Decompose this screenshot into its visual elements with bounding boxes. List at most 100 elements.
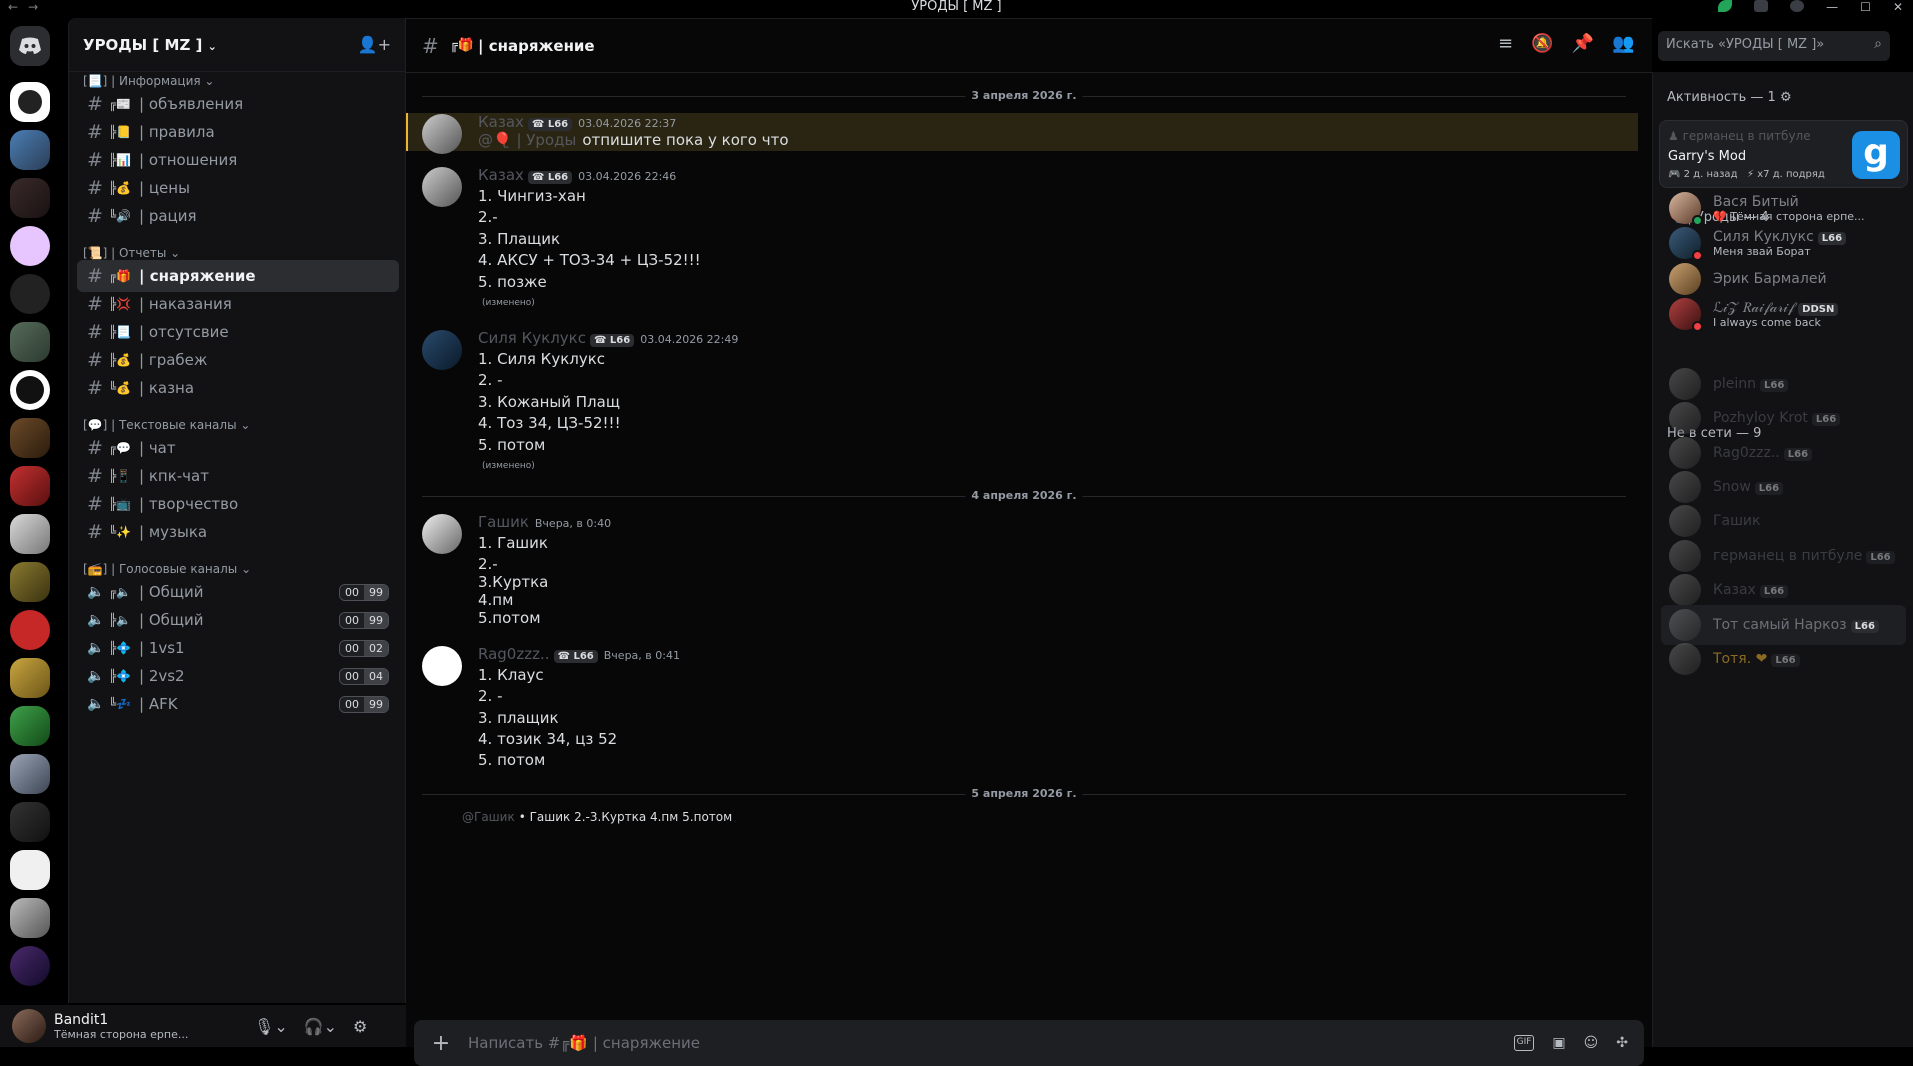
avatar[interactable]	[422, 114, 462, 154]
mute-bell-icon[interactable]: 🔕	[1531, 33, 1553, 54]
member-item-offline[interactable]: Pozhyloy Krot L66	[1661, 398, 1906, 438]
hash-icon: #	[87, 93, 103, 115]
close-icon[interactable]: ✕	[1893, 0, 1903, 14]
server-icon[interactable]	[10, 658, 50, 698]
message-line: 2. -	[478, 371, 503, 389]
member-item[interactable]: Силя Куклукс L66 Меня звай Борат	[1661, 223, 1906, 263]
help-icon[interactable]	[1790, 0, 1805, 12]
member-item-offline[interactable]: Казах L66	[1661, 570, 1906, 610]
voice-user-count: 00	[340, 585, 364, 600]
timestamp: 03.04.2026 22:49	[640, 333, 739, 346]
avatar[interactable]	[422, 514, 462, 554]
category-label: [📃] | Информация	[83, 74, 201, 88]
avatar[interactable]	[422, 330, 462, 370]
gif-icon[interactable]: GIF	[1513, 1035, 1535, 1051]
channel-emoji: ╠📱	[109, 469, 132, 483]
clan-tag: DDSN	[1798, 302, 1839, 316]
pin-icon[interactable]: 📌	[1572, 33, 1594, 54]
avatar[interactable]	[422, 167, 462, 207]
server-icon[interactable]	[10, 850, 50, 890]
server-icon[interactable]	[10, 802, 50, 842]
server-icon[interactable]	[10, 754, 50, 794]
channel-item[interactable]: # ╚✨ | музыка	[77, 516, 399, 548]
voice-user-count: 00	[340, 613, 364, 628]
gear-icon[interactable]: ⚙	[1780, 90, 1792, 105]
apps-icon[interactable]: ✣	[1616, 1035, 1628, 1051]
guild-header[interactable]: УРОДЫ [ MZ ] ⌄ 👤+	[69, 18, 405, 72]
channel-category[interactable]: [📻] | Голосовые каналы ⌄	[83, 562, 251, 576]
server-icon[interactable]	[10, 514, 50, 554]
server-icon-lightning[interactable]	[10, 226, 50, 266]
minimize-icon[interactable]: —	[1826, 0, 1838, 14]
edited-label: (изменено)	[482, 461, 535, 471]
message-author[interactable]: Казах	[478, 113, 524, 131]
server-icon[interactable]	[10, 466, 50, 506]
member-name: Эрик Бармалей	[1713, 271, 1827, 287]
chevron-down-icon: ⌄	[236, 418, 251, 432]
avatar[interactable]	[12, 1009, 46, 1043]
microphone-icon[interactable]: 🎙⌄	[254, 1017, 288, 1036]
headphones-icon[interactable]: 🎧⌄	[304, 1017, 337, 1036]
maximize-icon[interactable]: ☐	[1860, 0, 1871, 14]
add-member-icon[interactable]: 👤+	[358, 35, 391, 54]
server-icon[interactable]	[10, 946, 50, 986]
discord-home-icon[interactable]	[10, 26, 50, 66]
member-name: Тотя. ❤	[1713, 651, 1768, 667]
message-input[interactable]: Написать #╔🎁 | снаряжение	[468, 1034, 1514, 1052]
reply-preview[interactable]: @Гашик • Гашик 2.-3.Куртка 4.пм 5.потом	[462, 810, 732, 824]
member-item[interactable]: ℒ𝒾𝒵 𝑅𝒶𝒾𝒻𝒶𝓇𝒾𝒻 DDSN I always come back	[1661, 294, 1906, 334]
channel-emoji: ╠🔈	[109, 613, 132, 627]
message-author[interactable]: Гашик	[478, 513, 529, 531]
message-text: 4. Тоз 34, ЦЗ-52!!!	[478, 414, 621, 432]
server-icon[interactable]	[10, 562, 50, 602]
sticker-icon[interactable]: ▣	[1552, 1035, 1565, 1051]
channel-item[interactable]: # ╚🔊 | рация	[77, 200, 399, 232]
server-icon[interactable]	[10, 898, 50, 938]
hash-icon: #	[87, 377, 103, 399]
message-line: 4. тозик 34, цз 52	[478, 730, 617, 748]
message-list: 📌Тотя.❤закрепляет сообщениена этом канал…	[406, 73, 1652, 1013]
search-placeholder: Искать «УРОДЫ [ MZ ]»	[1666, 37, 1825, 52]
channel-item[interactable]: 🔈 ╚💤 | AFK 00 99	[77, 688, 399, 720]
server-icon[interactable]	[10, 610, 50, 650]
add-attachment-icon[interactable]: +	[414, 1031, 468, 1056]
channel-name: | снаряжение	[139, 267, 256, 285]
chevron-down-icon: ⌄	[207, 39, 217, 53]
channel-category[interactable]: [💬] | Текстовые каналы ⌄	[83, 418, 250, 432]
role-mention[interactable]: @🎈 | Уроды	[478, 131, 576, 149]
member-item[interactable]: Эрик Бармалей	[1661, 259, 1906, 299]
message-text: 2. -	[478, 371, 503, 389]
clan-tag-icon: ☎	[531, 172, 548, 183]
server-icon-rdm[interactable]	[10, 370, 50, 410]
server-icon-skull-dark[interactable]	[10, 274, 50, 314]
avatar	[1669, 298, 1703, 332]
search-box[interactable]: Искать «УРОДЫ [ MZ ]» ⌕	[1658, 31, 1890, 61]
leaf-icon[interactable]	[1718, 0, 1733, 12]
inbox-icon[interactable]	[1754, 0, 1769, 12]
channel-category[interactable]: [📃] | Информация ⌄	[83, 74, 214, 88]
member-item-offline[interactable]: Тотя. ❤ L66	[1661, 639, 1906, 679]
hash-icon: #	[87, 149, 103, 171]
server-icon[interactable]	[10, 130, 50, 170]
activity-card[interactable]: ♟ германец в питбуле Garry's Mod 🎮 2 д. …	[1659, 120, 1908, 188]
server-icon[interactable]	[10, 418, 50, 458]
message-author[interactable]: Казах	[478, 166, 524, 184]
gear-icon[interactable]: ⚙	[353, 1017, 367, 1036]
emoji-icon[interactable]: ☺	[1584, 1035, 1599, 1051]
member-list-icon[interactable]: 👥	[1612, 33, 1634, 54]
message-line: 1. Чингиз-хан	[478, 187, 586, 205]
channel-category[interactable]: [📜] | Отчеты ⌄	[83, 246, 180, 260]
channel-name: | Общий	[139, 611, 204, 629]
message-author[interactable]: Rag0zzz..	[478, 645, 550, 663]
member-item[interactable]: Вася Битый 💔 Тёмная сторона ерпе...	[1661, 188, 1906, 228]
server-icon[interactable]	[10, 706, 50, 746]
member-item-offline[interactable]: Гашик	[1661, 501, 1906, 541]
voice-user-limit-badge: 00 04	[339, 668, 389, 685]
threads-icon[interactable]: ≡	[1498, 33, 1513, 54]
server-icon[interactable]	[10, 322, 50, 362]
channel-item[interactable]: # ╚💰 | казна	[77, 372, 399, 404]
message-author[interactable]: Силя Куклукс	[478, 329, 586, 347]
avatar[interactable]	[422, 646, 462, 686]
server-icon[interactable]	[10, 178, 50, 218]
server-icon-skull[interactable]	[10, 82, 50, 122]
